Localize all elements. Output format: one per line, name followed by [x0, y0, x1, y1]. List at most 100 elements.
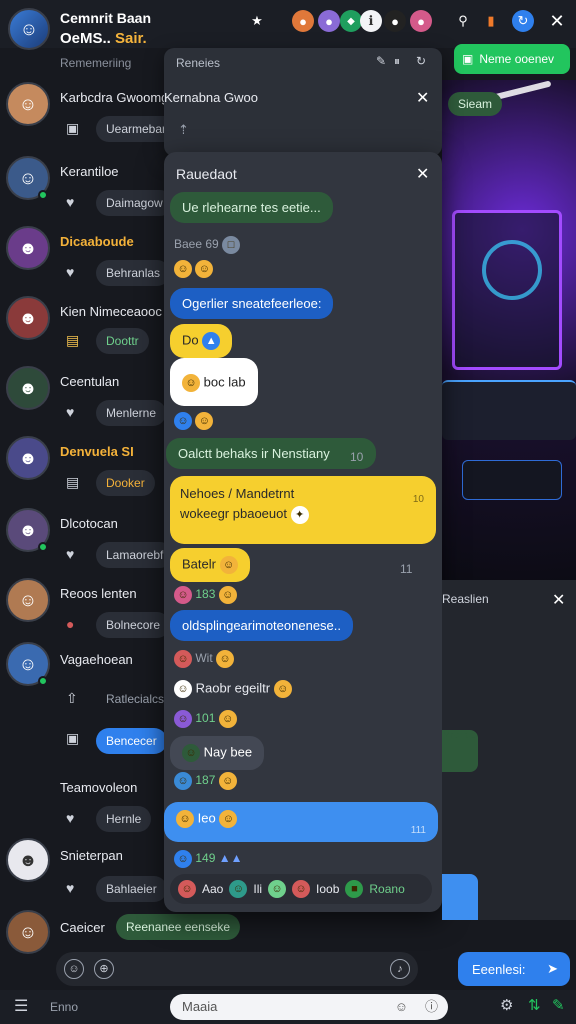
- chart-icon[interactable]: ▮: [480, 10, 502, 32]
- message-bubble[interactable]: Batelr ☺: [170, 548, 250, 582]
- contact-name[interactable]: Dicaaboude: [60, 234, 134, 249]
- side-card-label: Reaslien: [442, 592, 489, 606]
- message-preview[interactable]: Behranlas: [96, 260, 171, 286]
- contact-name[interactable]: Kien Nimeceaooc: [60, 304, 162, 319]
- note-icon: ▤: [66, 332, 80, 348]
- footer-item[interactable]: Roano: [369, 882, 404, 896]
- banner-message[interactable]: Ue rlehearne tes eetie...: [170, 192, 333, 223]
- message-preview[interactable]: Bolnecore: [96, 612, 171, 638]
- location-icon[interactable]: ⚲: [452, 10, 474, 32]
- reaction-row: ☺ 187 ☺: [174, 772, 237, 790]
- message-bubble[interactable]: ☺ Nay bee: [170, 736, 265, 770]
- avatar-small[interactable]: ●: [384, 10, 406, 32]
- info-icon[interactable]: ℹ: [360, 10, 382, 32]
- message-time: 10: [412, 494, 424, 505]
- contact-name[interactable]: Teamovoleon: [60, 780, 137, 795]
- contact-name[interactable]: Ceentulan: [60, 374, 119, 389]
- message-preview[interactable]: Ratlecialcs: [96, 686, 174, 712]
- bottom-search-input[interactable]: Maaia ☺ ⓘ: [170, 994, 448, 1020]
- message-bubble[interactable]: ☺ boc lab: [170, 358, 258, 406]
- contact-name[interactable]: Caeicer: [60, 920, 105, 935]
- avatar[interactable]: ☺: [6, 910, 50, 954]
- message-bubble[interactable]: oldsplingearimoteonenese..: [170, 610, 353, 641]
- message-bubble[interactable]: Do ▲: [170, 324, 233, 358]
- avatar[interactable]: ☻: [6, 296, 50, 340]
- info-icon[interactable]: ⓘ: [425, 994, 438, 1020]
- chat-subtitle: OeMS.. Sair.: [60, 30, 147, 47]
- reaction-row: ☺ 101 ☺: [174, 710, 237, 728]
- avatar-small[interactable]: ●: [292, 10, 314, 32]
- message-preview[interactable]: Doottr: [96, 328, 149, 354]
- avatar-small[interactable]: ●: [318, 10, 340, 32]
- avatar[interactable]: ☺: [6, 578, 50, 622]
- message-bubble[interactable]: Oalctt behaks ir Nenstiany: [166, 438, 376, 469]
- new-chat-button[interactable]: ▣ Neme ooenev: [454, 44, 570, 74]
- close-icon[interactable]: ✕: [416, 164, 429, 184]
- avatar[interactable]: ☻: [6, 366, 50, 410]
- contact-name[interactable]: Denvuela SI: [60, 444, 134, 459]
- mini-panel: Reneies ✎ ⏸ ↻ Kernabna Gwoo ✕ ⇡: [164, 48, 442, 156]
- menu-icon[interactable]: ☰: [14, 996, 28, 1016]
- subtitle-accent: Sair.: [115, 30, 147, 47]
- refresh-icon[interactable]: ↻: [512, 10, 534, 32]
- message-preview[interactable]: Bencecer: [96, 728, 167, 754]
- close-icon[interactable]: ✕: [546, 10, 568, 32]
- star-icon[interactable]: ★: [246, 10, 268, 32]
- message-bubble[interactable]: Nehoes / Mandetrnt wokeegr pbaoeuot ✦ 10: [170, 476, 436, 544]
- heart-icon: ♥: [66, 264, 75, 280]
- voice-icon[interactable]: ♪: [390, 959, 410, 979]
- message-line[interactable]: ☺ Raobr egeiltr ☺: [174, 680, 292, 698]
- heart-icon: ♥: [66, 810, 75, 826]
- reaction-row: ☺ ☺: [174, 260, 214, 278]
- avatar[interactable]: ☺: [8, 8, 50, 50]
- avatar[interactable]: ☻: [6, 436, 50, 480]
- message-preview[interactable]: Reenanee eenseke: [116, 914, 241, 940]
- avatar-small[interactable]: ●: [410, 10, 432, 32]
- message-composer[interactable]: ☺ ⊕ ♪: [56, 952, 418, 986]
- shield-icon[interactable]: ◆: [340, 10, 362, 32]
- message-input[interactable]: [122, 956, 382, 982]
- avatar[interactable]: ☺: [6, 82, 50, 126]
- bottom-search-placeholder: Maaia: [182, 999, 218, 1014]
- footer-item[interactable]: Ioob: [316, 882, 339, 896]
- message-preview[interactable]: Daimagow: [96, 190, 173, 216]
- attach-icon[interactable]: ⊕: [94, 959, 114, 979]
- message-time: 11: [400, 562, 413, 576]
- avatar[interactable]: ☻: [6, 226, 50, 270]
- edit-icon[interactable]: ✎: [376, 54, 386, 68]
- contact-name[interactable]: Kerantiloe: [60, 164, 119, 179]
- message-preview[interactable]: Dooker: [96, 470, 155, 496]
- message-preview[interactable]: Bahlaeier: [96, 876, 167, 902]
- close-icon[interactable]: ✕: [552, 590, 565, 610]
- message-preview[interactable]: Menlerne: [96, 400, 167, 426]
- mini-panel-row[interactable]: Kernabna Gwoo: [164, 90, 258, 105]
- message-bubble[interactable]: Ogerlier sneatefeerleoe:: [170, 288, 334, 319]
- pin-icon[interactable]: ⇡: [178, 122, 189, 138]
- subtitle-main: OeMS..: [60, 30, 111, 47]
- footer-item[interactable]: Aao: [202, 882, 223, 896]
- message-preview[interactable]: Hernle: [96, 806, 152, 832]
- message-preview[interactable]: Lamaorebf: [96, 542, 174, 568]
- contact-name[interactable]: Reoos lenten: [60, 586, 137, 601]
- new-chat-label: Neme ooenev: [479, 52, 555, 66]
- contact-name[interactable]: Dlcotocan: [60, 516, 118, 531]
- chat-panel-footer: ☺ Aao ☺ Ili ☺ ☺ Ioob ■ Roano: [170, 874, 432, 904]
- avatar[interactable]: ☻: [6, 838, 50, 882]
- message-bubble[interactable]: ☺ Ieo ☺ 111: [164, 802, 438, 842]
- bottom-label[interactable]: Enno: [50, 1000, 78, 1014]
- send-label: Eeenlesi:: [472, 961, 526, 977]
- side-card: Reaslien ✕ Mrerleeo: [442, 580, 576, 920]
- emoji-icon[interactable]: ☺: [395, 994, 408, 1020]
- footer-item[interactable]: Ili: [253, 882, 262, 896]
- settings-icon[interactable]: ⚙: [500, 996, 513, 1014]
- sort-icon[interactable]: ⇅: [528, 996, 541, 1014]
- side-card-bubble[interactable]: Mrerleeo: [442, 730, 478, 772]
- edit-icon[interactable]: ✎: [552, 996, 565, 1014]
- pause-icon[interactable]: ⏸: [394, 54, 400, 69]
- emoji-icon[interactable]: ☺: [64, 959, 84, 979]
- refresh-icon[interactable]: ↻: [416, 54, 426, 68]
- send-button[interactable]: Eeenlesi: ➤: [458, 952, 570, 986]
- contact-name[interactable]: Snieterpan: [60, 848, 123, 863]
- contact-name[interactable]: Vagaehoean: [60, 652, 133, 667]
- close-icon[interactable]: ✕: [416, 88, 429, 108]
